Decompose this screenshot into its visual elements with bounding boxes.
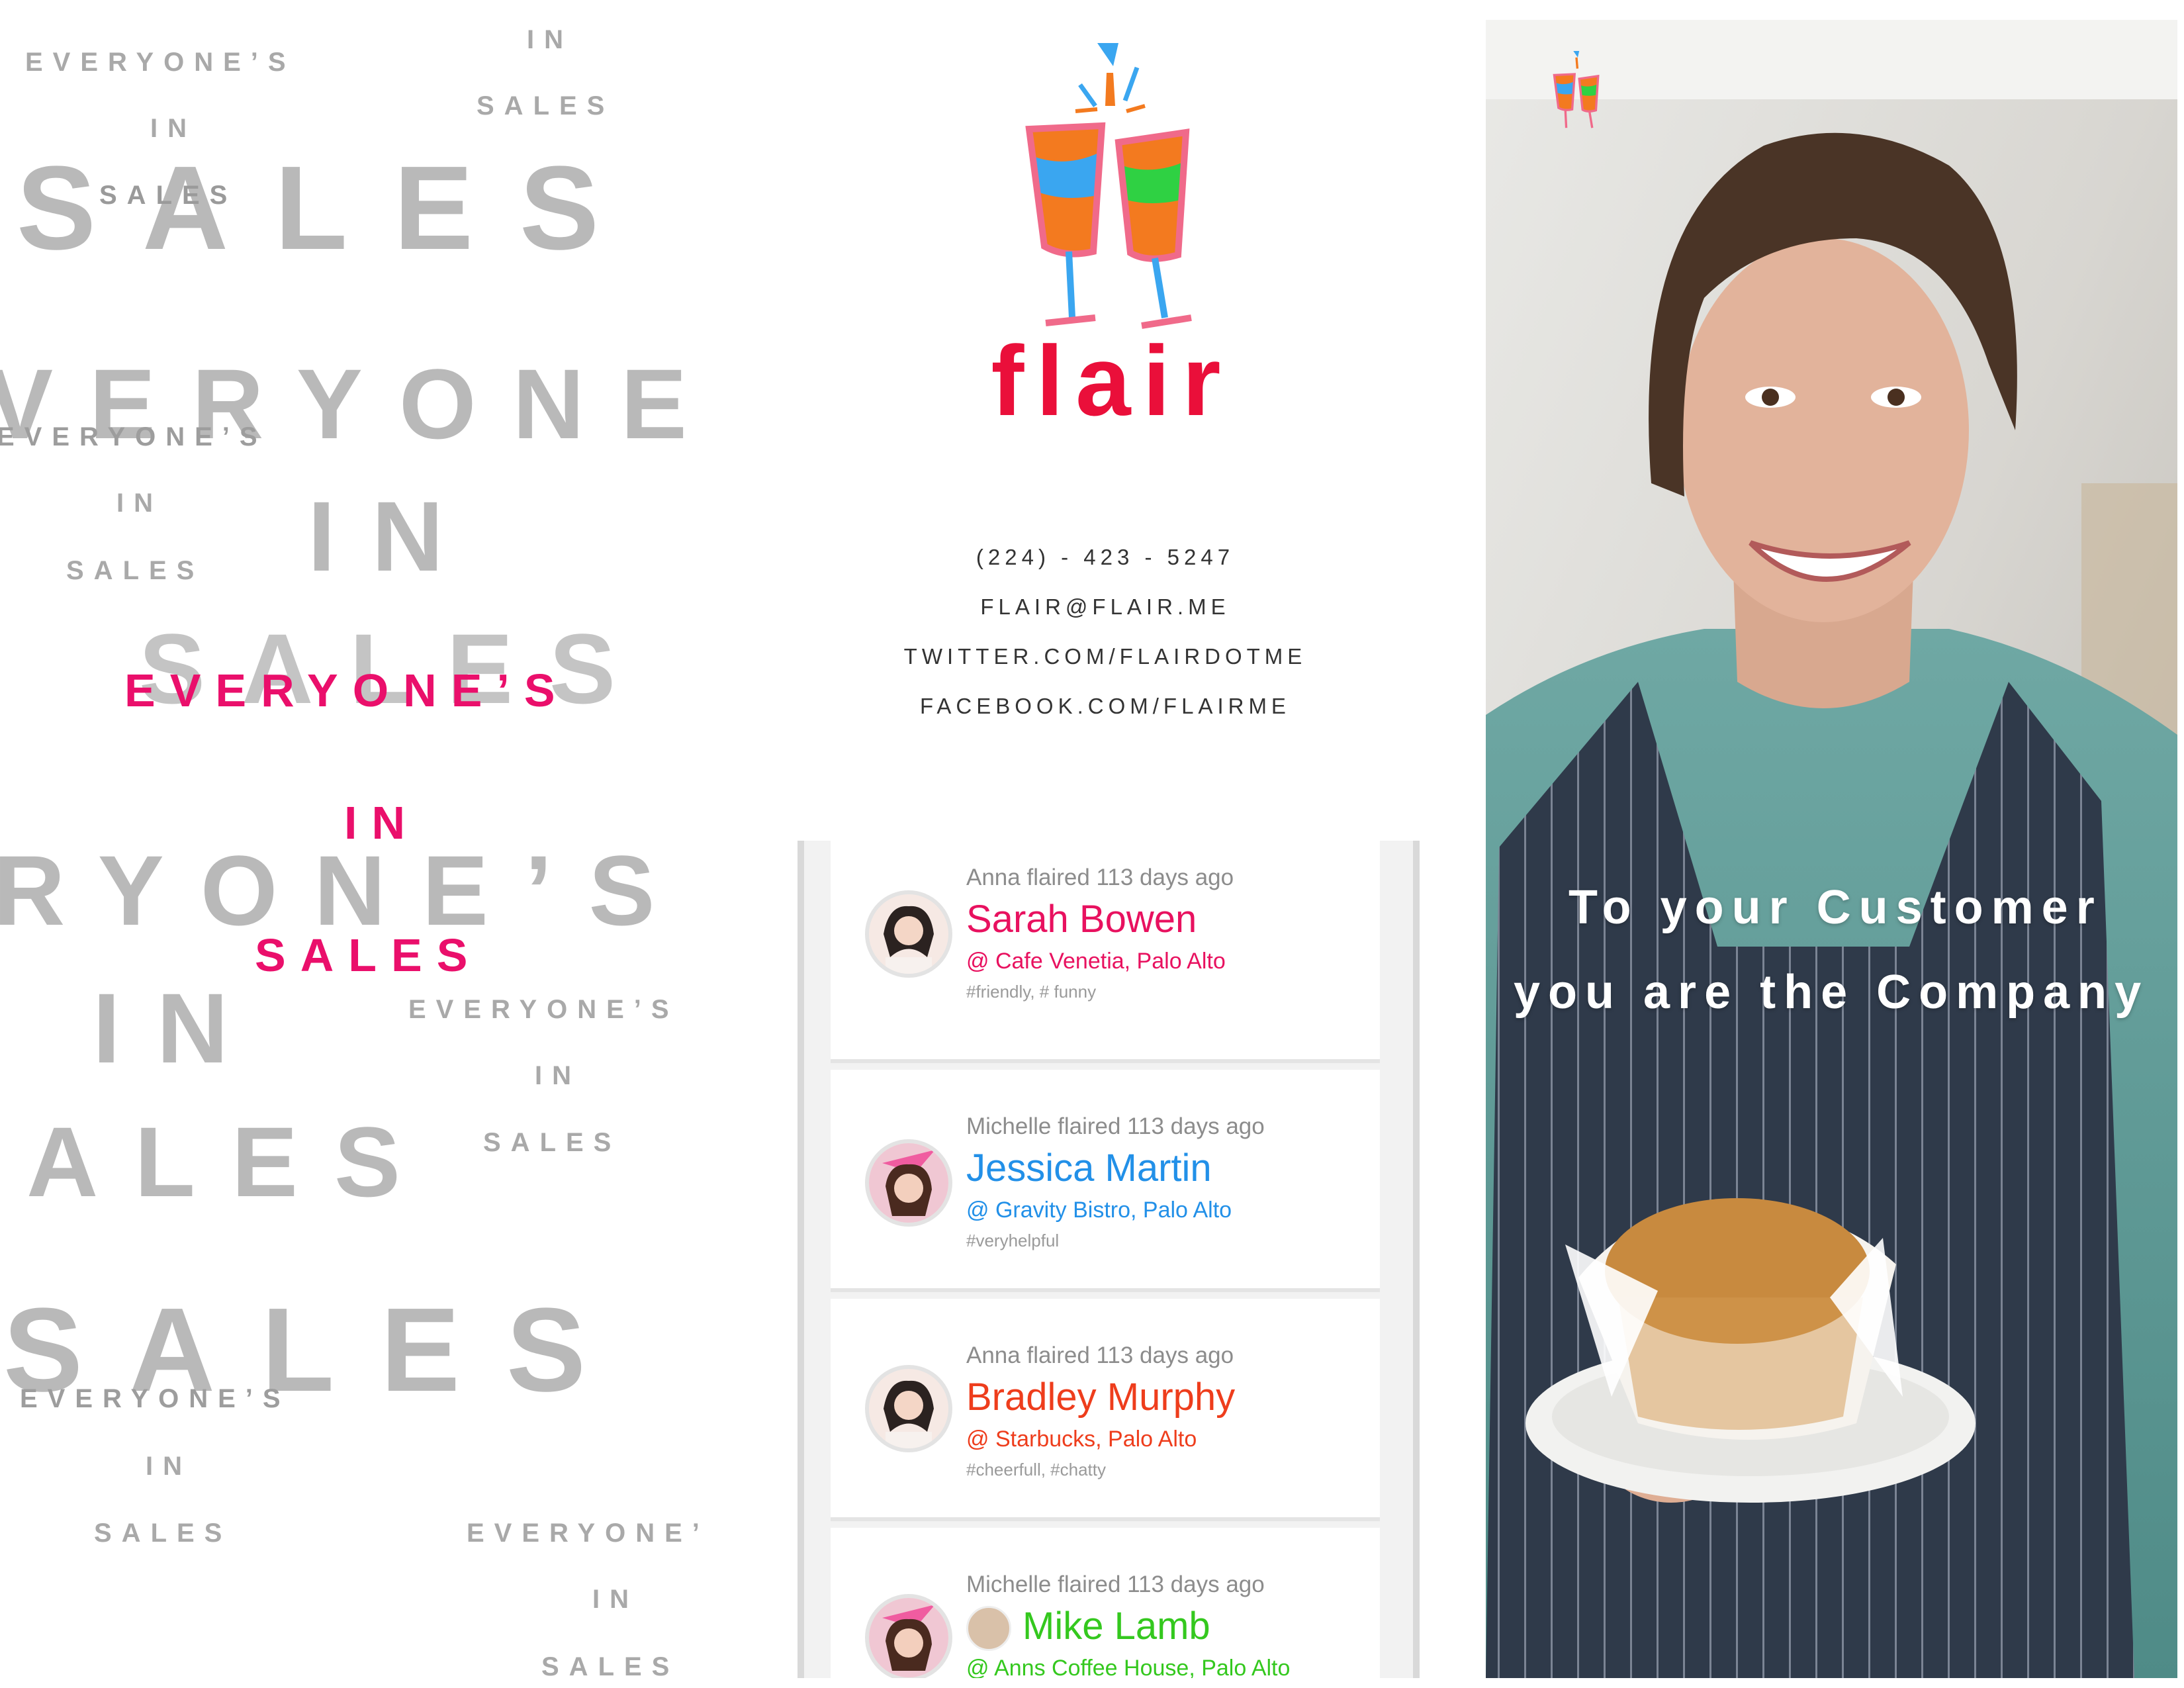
word-in: IN: [527, 25, 573, 54]
word-everyones-cut: EVERYONE’: [467, 1519, 709, 1548]
feed-item[interactable]: Michelle flaired 113 days ago Mike Lamb …: [831, 1528, 1380, 1678]
avatar: [865, 1365, 952, 1452]
feed-meta: Anna flaired 113 days ago: [966, 1342, 1234, 1368]
word-sales: SALES: [477, 91, 615, 120]
word-sales: SALES: [99, 181, 238, 210]
contact-email[interactable]: FLAIR@FLAIR.ME: [774, 596, 1436, 618]
barista-photo: [1486, 20, 2177, 1678]
feed-place[interactable]: @ Starbucks, Palo Alto: [966, 1428, 1197, 1450]
feed-tags: #cheerfull, #chatty: [966, 1460, 1107, 1479]
highlight-everyones: EVERYONE’S: [124, 665, 570, 716]
word-sales: SALES: [483, 1128, 621, 1157]
avatar: [865, 1139, 952, 1227]
feed-place[interactable]: @ Gravity Bistro, Palo Alto: [966, 1199, 1232, 1221]
word-everyones: EVERYONE’S: [0, 422, 267, 451]
word-everyones: EVERYONE’S: [20, 1384, 291, 1413]
word-in-big: IN: [93, 972, 265, 1084]
tagline-line2: you are the Company: [1514, 966, 2150, 1019]
contact-facebook[interactable]: FACEBOOK.COM/FLAIRME: [774, 695, 1436, 717]
feed-meta: Michelle flaired 113 days ago: [966, 1113, 1265, 1139]
word-sales: SALES: [94, 1519, 232, 1548]
phone-feed: Anna flaired 113 days ago Sarah Bowen @ …: [797, 841, 1420, 1678]
word-everyones: EVERYONE’S: [408, 995, 679, 1024]
avatar: [865, 890, 952, 978]
word-in: IN: [150, 114, 197, 143]
word-sales: SALES: [66, 556, 205, 585]
word-in: IN: [592, 1585, 639, 1614]
contact-twitter[interactable]: TWITTER.COM/FLAIRDOTME: [774, 645, 1436, 667]
feed-tags: #friendly, # funny: [966, 982, 1097, 1002]
word-ryones: RYONE’S: [0, 835, 692, 946]
feed-place[interactable]: @ Anns Coffee House, Palo Alto: [966, 1657, 1290, 1678]
word-in: IN: [116, 489, 163, 518]
feed-name[interactable]: Jessica Martin: [966, 1149, 1212, 1188]
contact-phone: (224) - 423 - 5247: [976, 545, 1235, 569]
small-avatar: [966, 1606, 1011, 1651]
word-sales: SALES: [541, 1652, 680, 1681]
feed-name[interactable]: Bradley Murphy: [966, 1378, 1235, 1417]
feed-name[interactable]: Mike Lamb: [1023, 1607, 1210, 1646]
feed-name[interactable]: Sarah Bowen: [966, 900, 1197, 939]
word-everyones: EVERYONE’S: [25, 48, 296, 77]
feed-place[interactable]: @ Cafe Venetia, Palo Alto: [966, 950, 1226, 972]
avatar: [865, 1594, 952, 1678]
brand-name: flair: [991, 325, 1233, 436]
feed-tags: #veryhelpful: [966, 1231, 1060, 1250]
word-in: IN: [146, 1452, 192, 1481]
feed-item[interactable]: Anna flaired 113 days ago Bradley Murphy…: [831, 1299, 1380, 1521]
feed-meta: Anna flaired 113 days ago: [966, 865, 1234, 890]
brand-block: flair: [927, 26, 1291, 437]
feed-meta: Michelle flaired 113 days ago: [966, 1571, 1265, 1597]
hero-photo: To your Customer you are the Company: [1486, 20, 2177, 1678]
word-in: IN: [535, 1061, 581, 1090]
feed-item[interactable]: Michelle flaired 113 days ago Jessica Ma…: [831, 1070, 1380, 1292]
feed-item[interactable]: Anna flaired 113 days ago Sarah Bowen @ …: [831, 841, 1380, 1063]
word-in-big: IN: [308, 481, 480, 592]
typography-panel: EVERYONE’S IN SALES IN SALES SALES VERYO…: [0, 0, 728, 1688]
word-ales: ALES: [26, 1106, 437, 1217]
champagne-glasses-icon: [1025, 43, 1192, 329]
tagline-line1: To your Customer: [1569, 881, 2103, 934]
